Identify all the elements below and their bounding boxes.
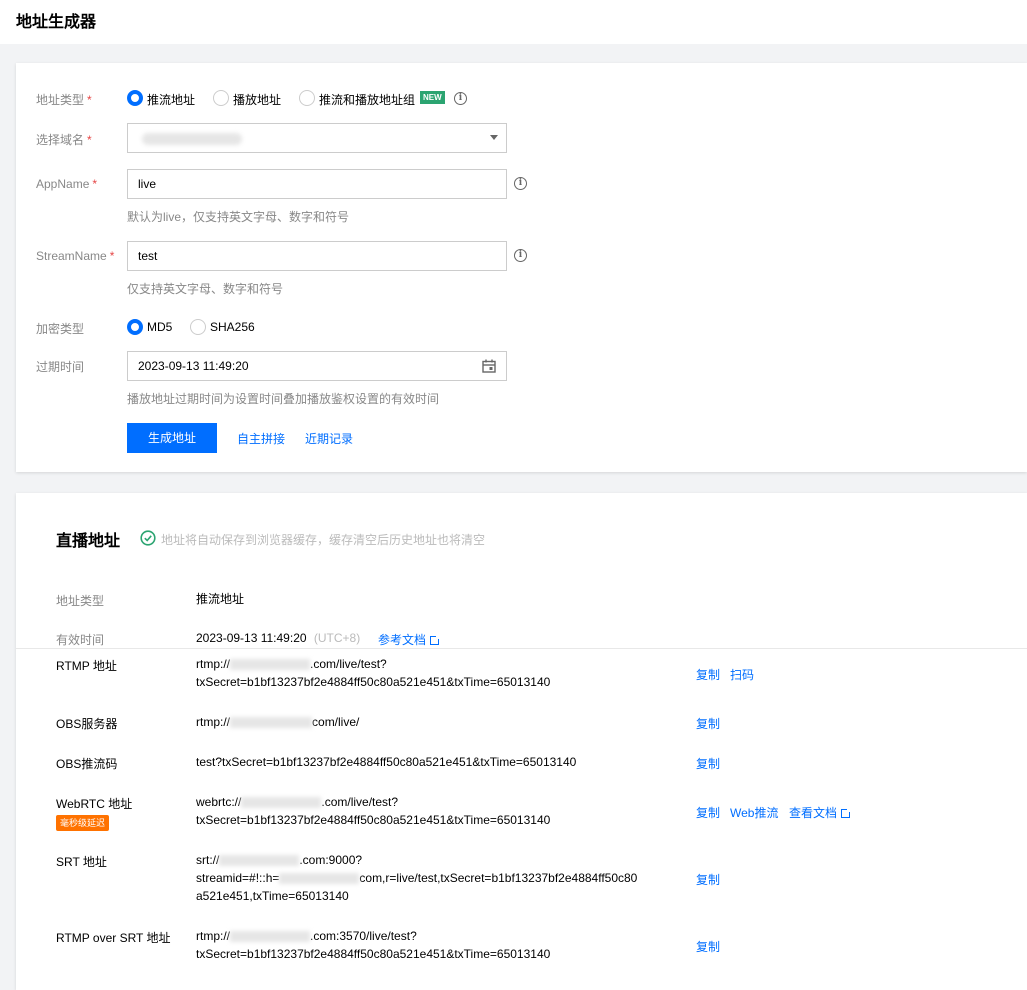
webrtc-address-value: webrtc://.com/live/test? txSecret=b1bf13…	[196, 795, 551, 827]
expire-time-value: 2023-09-13 11:49:20	[138, 359, 249, 373]
timezone-text: (UTC+8)	[313, 631, 361, 645]
radio-md5-label[interactable]: MD5	[147, 320, 172, 334]
streamname-hint: 仅支持英文字母、数字和符号	[127, 282, 284, 296]
result-type-value: 推流地址	[196, 592, 245, 606]
result-type-label: 地址类型	[56, 594, 105, 608]
expire-time-picker[interactable]: 2023-09-13 11:49:20	[127, 351, 507, 381]
rtmp-address-label: RTMP 地址	[56, 659, 117, 673]
cache-notice: 地址将自动保存到浏览器缓存，缓存清空后历史地址也将清空	[161, 533, 486, 547]
obs-server-value: rtmp://com/live/	[196, 715, 360, 729]
expire-time-label: 过期时间	[36, 360, 85, 374]
srt-copy-button[interactable]: 复制	[696, 871, 720, 888]
low-latency-badge: 毫秒级延迟	[56, 815, 110, 831]
info-icon[interactable]: i	[454, 92, 467, 105]
radio-push-address[interactable]	[127, 90, 143, 106]
reference-doc-link[interactable]: 参考文档	[378, 631, 441, 648]
srt-address-value: srt://.com:9000? streamid=#!::h= com,r=li…	[196, 853, 638, 903]
radio-md5[interactable]	[127, 319, 143, 335]
page-title: 地址生成器	[16, 14, 97, 31]
redacted-domain	[241, 797, 322, 809]
radio-push-play-group[interactable]	[299, 90, 315, 106]
obs-stream-key-value: test?txSecret=b1bf13237bf2e4884ff50c80a5…	[196, 755, 577, 769]
redacted-domain	[279, 873, 360, 885]
redacted-domain	[230, 659, 311, 671]
web-push-button[interactable]: Web推流	[730, 804, 778, 821]
recent-records-link[interactable]: 近期记录	[305, 430, 353, 447]
info-icon[interactable]: i	[514, 249, 527, 262]
streamname-label: StreamName *	[36, 249, 115, 263]
generate-address-button[interactable]: 生成地址	[127, 423, 217, 453]
new-badge: NEW	[420, 91, 445, 104]
srt-address-label: SRT 地址	[56, 855, 107, 869]
radio-play-address-label[interactable]: 播放地址	[233, 91, 281, 108]
redacted-domain	[142, 133, 242, 145]
rtmp-scan-button[interactable]: 扫码	[730, 666, 754, 683]
appname-label: AppName *	[36, 177, 98, 191]
obs-server-copy-button[interactable]: 复制	[696, 715, 720, 732]
obs-stream-key-label: OBS推流码	[56, 757, 118, 771]
radio-push-play-group-label[interactable]: 推流和播放地址组	[319, 91, 415, 108]
valid-time-row: 2023-09-13 11:49:20 (UTC+8)	[196, 629, 360, 647]
redacted-domain	[230, 717, 313, 729]
webrtc-address-label: WebRTC 地址	[56, 797, 133, 811]
rtmp-address-value: rtmp://.com/live/test? txSecret=b1bf1323…	[196, 657, 551, 689]
radio-sha256-label[interactable]: SHA256	[210, 320, 255, 334]
radio-push-address-label[interactable]: 推流地址	[147, 91, 195, 108]
rtmp-copy-button[interactable]: 复制	[696, 666, 720, 683]
obs-server-label: OBS服务器	[56, 717, 118, 731]
appname-hint: 默认为live，仅支持英文字母、数字和符号	[127, 210, 350, 224]
valid-time-value: 2023-09-13 11:49:20	[196, 631, 307, 645]
encrypt-type-label: 加密类型	[36, 322, 85, 336]
appname-input[interactable]: live	[127, 169, 507, 199]
radio-play-address[interactable]	[213, 90, 229, 106]
calendar-icon[interactable]	[482, 359, 496, 373]
chevron-down-icon	[490, 135, 498, 140]
obs-stream-key-copy-button[interactable]: 复制	[696, 755, 720, 772]
redacted-domain	[219, 855, 300, 867]
streamname-input[interactable]: test	[127, 241, 507, 271]
radio-sha256[interactable]	[190, 319, 206, 335]
expire-time-hint: 播放地址过期时间为设置时间叠加播放鉴权设置的有效时间	[127, 392, 440, 406]
rtmp-over-srt-copy-button[interactable]: 复制	[696, 938, 720, 955]
external-link-icon	[430, 635, 441, 645]
check-circle-icon	[140, 530, 156, 546]
view-doc-link[interactable]: 查看文档	[789, 804, 852, 821]
rtmp-over-srt-label: RTMP over SRT 地址	[56, 931, 171, 945]
result-title: 直播地址	[56, 533, 121, 550]
domain-label: 选择域名 *	[36, 133, 92, 147]
custom-splice-link[interactable]: 自主拼接	[237, 430, 285, 447]
divider	[16, 648, 1027, 649]
generator-form-card: 地址类型 * 推流地址 播放地址 推流和播放地址组 NEW i 选择域名 * App…	[16, 63, 1027, 472]
info-icon[interactable]: i	[514, 177, 527, 190]
address-type-label: 地址类型 *	[36, 93, 92, 107]
webrtc-copy-button[interactable]: 复制	[696, 804, 720, 821]
redacted-domain	[230, 931, 311, 943]
valid-time-label: 有效时间	[56, 633, 105, 647]
external-link-icon	[841, 808, 852, 818]
live-address-card: 直播地址 地址将自动保存到浏览器缓存，缓存清空后历史地址也将清空 地址类型 推流…	[16, 493, 1027, 990]
top-bar: 地址生成器	[0, 0, 1027, 44]
rtmp-over-srt-value: rtmp://.com:3570/live/test? txSecret=b1b…	[196, 929, 551, 961]
domain-select[interactable]	[127, 123, 507, 153]
